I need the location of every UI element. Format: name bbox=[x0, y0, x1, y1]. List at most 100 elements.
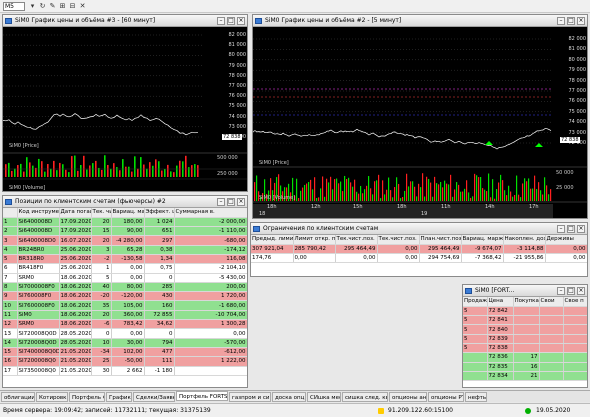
workspace-tab[interactable]: облигации bbox=[1, 392, 35, 402]
close-button[interactable]: × bbox=[237, 198, 245, 206]
close-button[interactable]: × bbox=[577, 225, 585, 233]
table-row[interactable]: 72 834 21 bbox=[463, 371, 587, 382]
table-cell: SI7000008F0 bbox=[17, 282, 60, 293]
table-row[interactable]: 307 921,04 285 790,42 295 464,49 0,00 295 46… bbox=[251, 244, 587, 255]
workspace-tab[interactable]: Сделки/Заявки bbox=[133, 392, 175, 402]
table-row[interactable]: 15 SI7400008Q0D 21.05.2020 -34 102,00 477 -612… bbox=[3, 347, 247, 358]
table-cell bbox=[563, 343, 587, 354]
table-row[interactable]: 3 Si6400008D0 16.07.2020 20 -4 280,00 297 -680… bbox=[3, 235, 247, 246]
price-chart[interactable]: 82 000 81 000 80 000 79 000 78 000 77 000 76 0… bbox=[3, 27, 247, 191]
volume-bar bbox=[438, 184, 440, 201]
volume-bar bbox=[185, 155, 187, 177]
table-row[interactable]: 9 SI760008F0 18.06.2020 -20 -120,00 430 1 720,… bbox=[3, 291, 247, 302]
workspace-tab[interactable]: нефть bbox=[465, 392, 487, 402]
workspace-tab[interactable]: опционы РТС bbox=[428, 392, 464, 402]
table-cell: 21.05.2020 bbox=[59, 366, 92, 376]
table-row[interactable]: 17 SI7350008Q0 21.05.2020 30 2 662 -1 180 bbox=[3, 366, 247, 376]
table-row[interactable]: 5 72 838 bbox=[463, 343, 587, 354]
minimize-button[interactable]: – bbox=[557, 287, 565, 295]
toolbar-button-2-icon[interactable]: ↻ bbox=[38, 2, 47, 11]
maximize-button[interactable]: □ bbox=[227, 17, 235, 25]
workspace-tab[interactable]: СИшка месяц bbox=[307, 392, 341, 402]
table-row[interactable]: 174,76 0,00 0,00 0,00 294 754,69 -7 368,42 -21… bbox=[251, 253, 587, 264]
price-chart[interactable]: 82 000 81 000 80 000 79 000 78 000 77 000 76 0… bbox=[253, 27, 587, 218]
column-header[interactable]: Вариац. маржа bbox=[461, 235, 504, 245]
workspace-tab[interactable]: опционы анализ bbox=[389, 392, 427, 402]
close-button[interactable]: × bbox=[237, 17, 245, 25]
workspace-tab[interactable]: газпром и сишка bbox=[229, 392, 271, 402]
column-header[interactable]: Продаж bbox=[463, 297, 488, 307]
table-row[interactable]: 72 835 16 bbox=[463, 362, 587, 372]
table-row[interactable]: 13 SI720008Q0D 28.05.2020 0 0,00 0 0,00 bbox=[3, 328, 247, 339]
table-row[interactable]: 5 72 840 bbox=[463, 324, 587, 335]
table-row[interactable]: 1 Si6400008D 17.09.2020 20 180,00 1 024 -2 000… bbox=[3, 217, 247, 228]
toolbar-button-4-icon[interactable]: ⊞ bbox=[58, 2, 67, 11]
table-row[interactable]: 5 72 842 bbox=[463, 306, 587, 317]
toolbar-button-5-icon[interactable]: ⊟ bbox=[68, 2, 77, 11]
column-header[interactable]: Тек.чист.поз. () bbox=[377, 235, 420, 245]
column-header[interactable]: Свое п bbox=[563, 297, 587, 307]
volume-bar bbox=[314, 177, 316, 201]
column-header[interactable]: Свои bbox=[539, 297, 564, 307]
workspace-tab[interactable]: сишка след. квартал. bbox=[342, 392, 388, 402]
workspace-tab[interactable]: Графики bbox=[106, 392, 132, 402]
column-header[interactable]: Код инструмента bbox=[17, 208, 60, 218]
table-cell: SI720008Q0D bbox=[17, 328, 60, 339]
minimize-button[interactable]: – bbox=[217, 198, 225, 206]
volume-bar bbox=[328, 182, 330, 201]
minimize-button[interactable]: – bbox=[217, 17, 225, 25]
table-row[interactable]: 6 BR418F0 25.06.2020 1 0,00 0,75 -2 104,10 bbox=[3, 263, 247, 274]
minimize-button[interactable]: – bbox=[557, 225, 565, 233]
column-header[interactable]: Лимит откр. п bbox=[293, 235, 336, 245]
column-header[interactable]: Накоплен. доход bbox=[503, 235, 546, 245]
workspace-tab[interactable]: Портфель ФР bbox=[69, 392, 105, 402]
workspace-tab[interactable]: Портфель FORTS bbox=[176, 391, 228, 401]
toolbar-button-6-icon[interactable]: ✕ bbox=[78, 2, 87, 11]
table-row[interactable]: 11 SiM0 18.06.2020 20 360,00 72 855 -10 704,00 bbox=[3, 310, 247, 321]
volume-bar bbox=[324, 196, 326, 201]
column-header[interactable]: Цена bbox=[487, 297, 514, 307]
column-header[interactable]: Дата погаш bbox=[59, 208, 92, 218]
column-header[interactable]: Покупка bbox=[513, 297, 540, 307]
table-row[interactable]: 2 Si6400008D 17.09.2020 15 90,00 651 -1 110,00 bbox=[3, 226, 247, 237]
column-header[interactable]: Держивы bbox=[545, 235, 587, 245]
maximize-button[interactable]: □ bbox=[567, 17, 575, 25]
maximize-button[interactable]: □ bbox=[227, 198, 235, 206]
minimize-button[interactable]: – bbox=[557, 17, 565, 25]
toolbar-button-1-icon[interactable]: ▾ bbox=[28, 2, 37, 11]
workspace-tab[interactable]: доска опц. СИ bbox=[272, 392, 306, 402]
table-row[interactable]: 14 SI720008Q0D 28.05.2020 10 30,00 794 -570,00 bbox=[3, 338, 247, 348]
table-row[interactable]: 16 SI7200008Q0 21.05.2020 25 -50,00 111 1 222,… bbox=[3, 356, 247, 367]
column-header[interactable]: Предыд. лимит bbox=[251, 235, 294, 245]
column-header[interactable]: Эффект. цена bbox=[144, 208, 175, 218]
table-cell: BR318R0 bbox=[17, 254, 60, 265]
column-header[interactable]: Тек. чист. bbox=[91, 208, 112, 218]
column-header[interactable]: Суммарная в. bbox=[174, 208, 247, 218]
column-header[interactable] bbox=[3, 208, 18, 218]
column-header[interactable]: Тек.чист.поз. bbox=[335, 235, 378, 245]
table-row[interactable]: 5 72 841 bbox=[463, 315, 587, 326]
table-row[interactable]: 7 SRM0 18.06.2020 5 0,00 0 -5 430,00 bbox=[3, 273, 247, 283]
close-button[interactable]: × bbox=[577, 17, 585, 25]
table-row[interactable]: 5 BR318R0 25.06.2020 -2 -130,58 1,34 116,08 bbox=[3, 254, 247, 265]
timeframe-select[interactable]: M5 bbox=[3, 2, 25, 11]
column-header[interactable]: Вариац. маржа bbox=[111, 208, 145, 218]
table-row[interactable]: 5 72 839 bbox=[463, 334, 587, 345]
table-row[interactable]: 4 BR24BR0 25.06.2020 3 65,28 0,38 -174,12 bbox=[3, 245, 247, 256]
volume-bar bbox=[528, 178, 530, 201]
table-cell: 10 bbox=[91, 338, 112, 348]
table-row[interactable]: 8 SI7000008F0 18.06.2020 40 80,00 285 200,00 bbox=[3, 282, 247, 293]
table-cell: -50,00 bbox=[111, 356, 145, 367]
workspace-tab[interactable]: Котировки bbox=[36, 392, 68, 402]
table-row[interactable]: 72 836 17 bbox=[463, 352, 587, 363]
table-cell: -1 180 bbox=[144, 366, 175, 376]
close-button[interactable]: × bbox=[577, 287, 585, 295]
table-row[interactable]: 10 SI7600008F0 18.06.2020 35 105,00 160 -1 680… bbox=[3, 300, 247, 311]
table-row[interactable]: 12 SRM0 18.06.2020 -6 783,42 34,62 1 300,28 bbox=[3, 319, 247, 330]
volume-bar bbox=[480, 177, 482, 201]
maximize-button[interactable]: □ bbox=[567, 225, 575, 233]
toolbar-button-3-icon[interactable]: ✎ bbox=[48, 2, 57, 11]
volume-bar bbox=[348, 177, 350, 201]
maximize-button[interactable]: □ bbox=[567, 287, 575, 295]
column-header[interactable]: План.чист.поз. bbox=[419, 235, 462, 245]
